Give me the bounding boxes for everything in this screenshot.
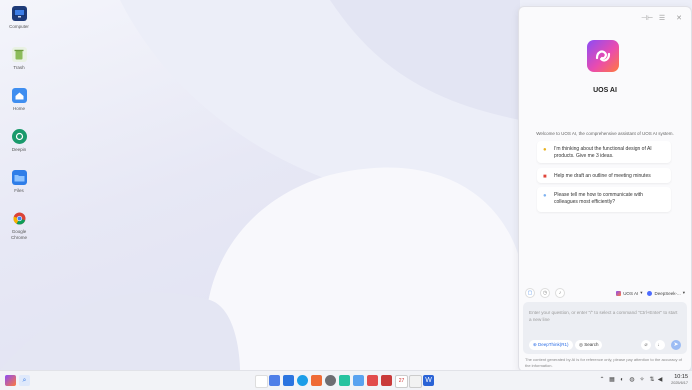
trash-icon — [11, 47, 27, 62]
lightbulb-icon: ● — [543, 147, 547, 153]
attachment-icon[interactable]: ⌀ — [641, 340, 651, 350]
folder-icon — [11, 170, 27, 185]
screenshot-icon[interactable]: ◐ — [618, 376, 626, 384]
desktop-icon-deepin[interactable]: Deepin — [4, 127, 34, 167]
question-input[interactable]: Enter your question, or enter "/" to sel… — [523, 302, 687, 354]
new-chat-icon[interactable]: ▢ — [525, 288, 535, 298]
music-icon[interactable] — [339, 375, 350, 386]
desktop-icon-label: Home — [12, 106, 25, 111]
history-icon[interactable]: ◷ — [540, 288, 550, 298]
browser-icon[interactable] — [297, 375, 308, 386]
uos-ai-logo-icon — [587, 40, 619, 72]
suggestion-card[interactable]: ● Please tell me how to communicate with… — [537, 187, 671, 212]
desktop-icon-label: Computer — [9, 24, 29, 29]
taskbar: ⌕ 27 W ⌃ ▦ ◐ ◍ ✧ ⇅ ◀ 10:15 2025/6/17 — [0, 370, 692, 390]
app-store-icon[interactable] — [311, 375, 322, 386]
bluetooth-icon[interactable]: ✧ — [638, 376, 646, 384]
model-selector[interactable]: DeepSeek-... ▾ — [647, 290, 685, 296]
close-icon[interactable]: ✕ — [675, 15, 683, 23]
word-processor-icon[interactable]: W — [423, 375, 434, 386]
desktop-icon-label: Trash — [13, 65, 25, 70]
network-icon[interactable]: ⇅ — [648, 376, 656, 384]
desktop-icon-computer[interactable]: Computer — [4, 4, 34, 44]
home-folder-icon — [11, 88, 27, 103]
desktop-icon-chrome[interactable]: Google Chrome — [4, 209, 34, 249]
desktop-icon-home[interactable]: Home — [4, 86, 34, 126]
notes-icon[interactable] — [409, 375, 422, 388]
chrome-icon — [12, 211, 27, 226]
assistant-selector[interactable]: UOS AI ▾ — [616, 290, 642, 296]
uos-ai-taskbar-icon[interactable] — [5, 375, 16, 386]
bubble-icon: ● — [543, 193, 547, 199]
clock-date: 2025/6/17 — [671, 381, 688, 385]
file-manager-icon[interactable] — [283, 375, 294, 386]
uos-ai-panel: ⊣⊢ ☰ ✕ UOS AI Welcome to UOS AI, the com… — [518, 6, 692, 372]
search-button[interactable]: ◎ Search — [575, 340, 603, 350]
desktop-icons: Computer Trash Home Deepin Files Google … — [4, 4, 34, 250]
desktop-icon-label: Google Chrome — [10, 229, 27, 240]
desktop-icon-trash[interactable]: Trash — [4, 45, 34, 85]
chevron-down-icon: ▾ — [682, 290, 685, 295]
input-toolbar: ▢ ◷ ♪ UOS AI ▾ DeepSeek-... ▾ — [525, 287, 685, 299]
tray-expand-icon[interactable]: ⌃ — [598, 376, 606, 384]
notification-icon[interactable]: ◍ — [628, 376, 636, 384]
calendar-icon[interactable]: 27 — [395, 375, 408, 388]
suggestion-text: Help me draft an outline of meeting minu… — [554, 173, 651, 179]
microphone-icon[interactable]: ♩ — [655, 340, 665, 350]
keyboard-icon[interactable]: ▦ — [608, 376, 616, 384]
desktop-icon-label: Deepin — [11, 147, 27, 152]
chevron-down-icon: ▾ — [640, 290, 643, 295]
selectors: UOS AI ▾ DeepSeek-... ▾ — [611, 290, 685, 296]
disclaimer-text: The content generated by AI is for refer… — [525, 357, 682, 368]
uos-ai-small-icon — [616, 290, 622, 296]
suggestion-card[interactable]: ■ Help me draft an outline of meeting mi… — [537, 168, 671, 183]
search-label: Search — [584, 342, 599, 347]
voice-icon[interactable]: ♪ — [555, 288, 565, 298]
suggestion-card[interactable]: ● I'm thinking about the functional desi… — [537, 141, 671, 163]
multitask-icon[interactable] — [269, 375, 280, 386]
mail-icon[interactable] — [381, 375, 392, 386]
pin-icon[interactable]: ⊣⊢ — [641, 15, 653, 23]
assistant-selector-label: UOS AI — [623, 290, 639, 296]
welcome-text: Welcome to UOS AI, the comprehensive ass… — [536, 131, 674, 136]
suggestion-text: Please tell me how to communicate with c… — [554, 192, 643, 205]
send-button[interactable]: ➤ — [671, 340, 681, 350]
deepthink-label: DeepThink(R1) — [538, 342, 569, 347]
video-icon[interactable] — [367, 375, 378, 386]
menu-icon[interactable]: ☰ — [658, 15, 666, 23]
car-icon: ■ — [543, 174, 547, 180]
clock[interactable]: 10:15 2025/6/17 — [662, 374, 688, 386]
search-icon[interactable]: ⌕ — [19, 375, 30, 386]
desktop-icon-label: Files — [14, 188, 24, 193]
input-placeholder: Enter your question, or enter "/" to sel… — [529, 310, 678, 322]
deepseek-icon — [647, 290, 653, 296]
photos-icon[interactable] — [353, 375, 364, 386]
settings-icon[interactable] — [325, 375, 336, 386]
app-store-icon — [11, 129, 27, 144]
model-selector-label: DeepSeek-... — [654, 290, 681, 296]
suggestion-text: I'm thinking about the functional design… — [554, 146, 652, 159]
panel-titlebar: ⊣⊢ ☰ ✕ — [641, 15, 683, 23]
deepthink-button[interactable]: ⊛ DeepThink(R1) — [529, 340, 573, 350]
computer-icon — [11, 6, 27, 21]
desktop-icon-files[interactable]: Files — [4, 168, 34, 208]
launcher-icon[interactable] — [255, 375, 268, 388]
assistant-name: UOS AI — [593, 87, 617, 94]
